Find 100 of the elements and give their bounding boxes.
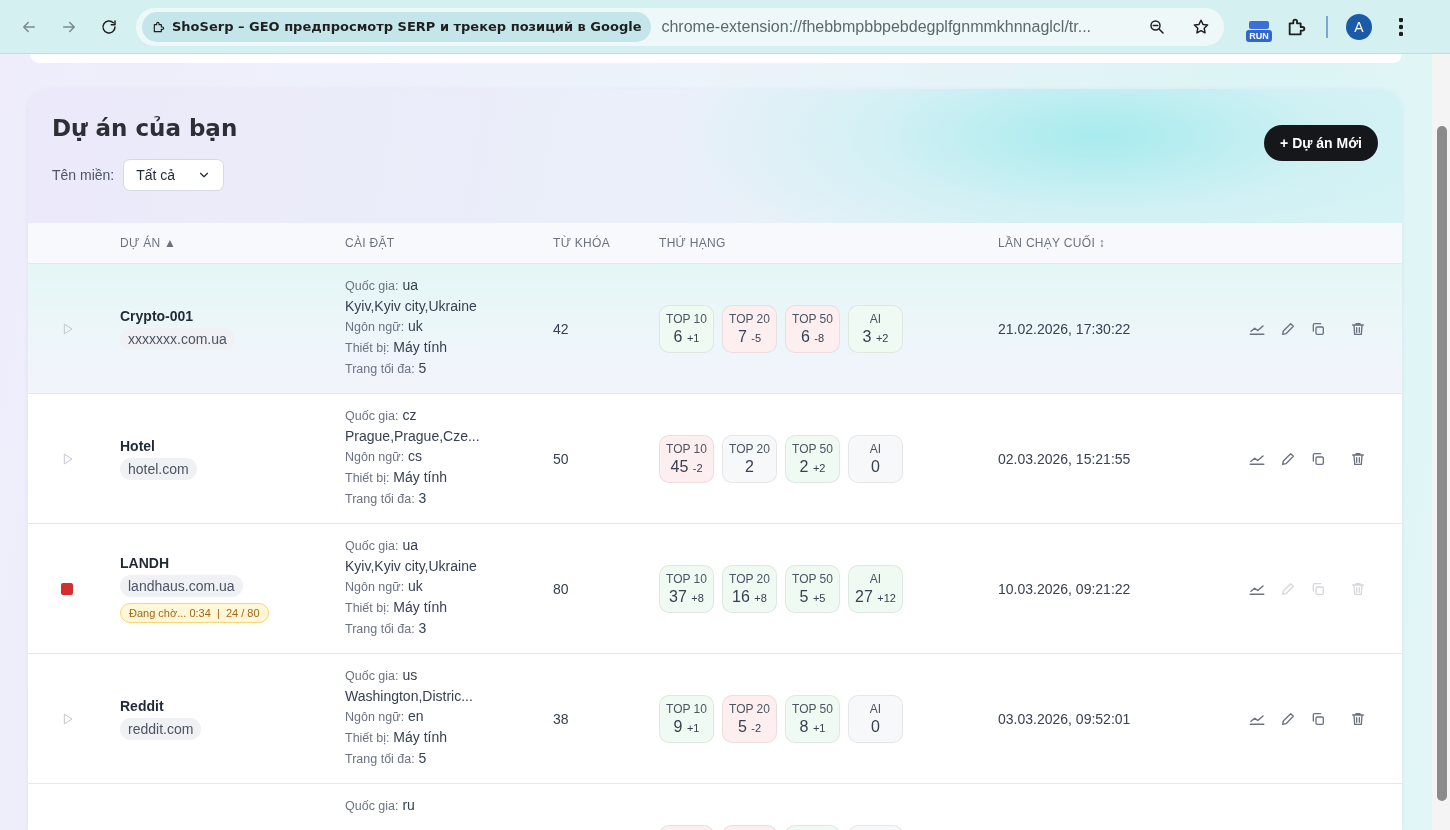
keyword-count: 50 <box>553 450 569 467</box>
delete-button[interactable] <box>1350 450 1366 467</box>
magnifier-icon <box>1148 17 1166 36</box>
setting-line: Trang tối đa: 5 <box>345 359 428 378</box>
new-project-button[interactable]: + Dự án Mới <box>1264 125 1378 161</box>
stop-button[interactable] <box>61 582 73 595</box>
scrollbar[interactable] <box>1432 54 1450 830</box>
project-row[interactable]: Hotel hotel.com Quốc gia: cz Prague,Prague,Cze... Ngôn ngữ: cs Thiết bị: Máy tính Trang tối đa: 3 50 TOP 10 45 -2 TOP 20 2 TOP 50 2 +2 AI 0 02.03.2026, 15:21:55 <box>28 394 1402 524</box>
copy-icon <box>1310 320 1326 337</box>
edit-button[interactable] <box>1280 320 1296 337</box>
project-row[interactable]: Reddit reddit.com Quốc gia: us Washington,Distric... Ngôn ngữ: en Thiết bị: Máy tính Trang tối đa: 5 38 TOP 10 9 +1 TOP 20 5 -2 TOP 50 8 +1 AI 0 03.03.2026, 09:52:01 <box>28 654 1402 784</box>
rank-badge: TOP 50 6 -8 <box>785 304 840 353</box>
rank-badge: TOP 20 16 +8 <box>722 564 777 613</box>
delete-button[interactable] <box>1350 320 1366 337</box>
setting-line: Trang tối đa: 3 <box>345 619 428 638</box>
setting-line: Quốc gia: us <box>345 666 419 685</box>
pencil-icon <box>1280 450 1296 467</box>
star-icon <box>1192 17 1210 36</box>
setting-line: Quốc gia: ua <box>345 536 419 555</box>
setting-line: Trang tối đa: 5 <box>345 749 428 768</box>
domain-select[interactable]: Tất cả <box>123 159 225 191</box>
keyword-count: 38 <box>553 710 569 727</box>
last-run-date: 02.03.2026, 15:21:55 <box>998 450 1131 467</box>
copy-icon <box>1310 580 1326 597</box>
keyword-count: 80 <box>553 580 569 597</box>
domain-tag: xxxxxxx.com.ua <box>120 327 235 350</box>
project-name: Hotel <box>120 437 155 454</box>
rank-badge: AI 3 +2 <box>848 304 903 353</box>
rank-badge: TOP 10 37 +8 <box>659 564 714 613</box>
rank-badge: TOP 20 5 -2 <box>722 694 777 743</box>
project-row[interactable]: Crypto-001 xxxxxxx.com.ua Quốc gia: ua Kyiv,Kyiv city,Ukraine Ngôn ngữ: uk Thiết bị: Máy tính Trang tối đa: 5 42 TOP 10 6 +1 TOP 20 7 -5 TOP 50 6 -8 AI 3 +2 21.02.2026, 17:30:22 <box>28 264 1402 394</box>
copy-button[interactable] <box>1310 710 1326 727</box>
progress-status: Đang chờ... 0:34 | 24 / 80 <box>120 602 269 623</box>
profile-avatar[interactable]: A <box>1346 13 1372 40</box>
setting-line: Ngôn ngữ: cs <box>345 447 423 466</box>
site-chip[interactable]: ShoSerp – GEO предпросмотр SERP и трекер позиций в Google <box>142 11 652 42</box>
setting-line: Quốc gia: cz <box>345 406 418 425</box>
setting-line: Ngôn ngữ: uk <box>345 577 424 596</box>
rank-badge: TOP 50 5 +5 <box>785 564 840 613</box>
trash-icon <box>1350 580 1366 597</box>
rank-badge: TOP 10 9 +1 <box>659 694 714 743</box>
column-header[interactable]: DỰ ÁN ▲ <box>120 236 345 250</box>
project-name: Crypto-001 <box>120 307 194 324</box>
setting-line: Quốc gia: ru <box>345 796 416 815</box>
rank-badge: TOP 20 7 -5 <box>722 304 777 353</box>
setting-line: Trang tối đa: 3 <box>345 489 428 508</box>
project-name: LANDH <box>120 554 169 571</box>
trash-icon <box>1350 710 1366 727</box>
address-bar[interactable]: ShoSerp – GEO предпросмотр SERP и трекер позиций в Google chrome-extension://fhebbmpbbpebdegplfgnmmkhnnaglcl/tr... <box>136 7 1224 46</box>
rank-badge: TOP 20 2 <box>722 434 777 483</box>
last-run-date: 21.02.2026, 17:30:22 <box>998 320 1131 337</box>
kebab-menu-icon <box>1399 17 1403 36</box>
setting-line: Thiết bị: Máy tính <box>345 338 449 357</box>
setting-line: Thiết bị: Máy tính <box>345 598 449 617</box>
delete-button[interactable] <box>1350 710 1366 727</box>
keyword-count: 42 <box>553 320 569 337</box>
rank-badge: TOP 50 2 +2 <box>785 434 840 483</box>
url-text: chrome-extension://fhebbmpbbpebdegplfgnmmkhnnaglcl/tr... <box>661 17 1093 36</box>
setting-line: Kyiv,Kyiv city,Ukraine <box>345 297 478 316</box>
copy-icon <box>1310 710 1326 727</box>
pencil-icon <box>1280 710 1296 727</box>
setting-line: Quốc gia: ua <box>345 276 419 295</box>
project-row[interactable]: Quốc gia: ru <box>28 784 1402 830</box>
last-run-date: 03.03.2026, 09:52:01 <box>998 710 1131 727</box>
column-header[interactable]: LẦN CHẠY CUỐI ↕ <box>998 236 1240 250</box>
copy-button[interactable] <box>1310 320 1326 337</box>
setting-line: Washington,Distric... <box>345 687 474 706</box>
column-header[interactable]: THỨ HẠNG <box>659 236 998 250</box>
setting-line: Thiết bị: Máy tính <box>345 468 449 487</box>
rank-badge: AI 0 <box>848 694 903 743</box>
edit-button[interactable] <box>1280 710 1296 727</box>
trash-icon <box>1350 450 1366 467</box>
domain-tag: hotel.com <box>120 457 197 480</box>
trash-icon <box>1350 320 1366 337</box>
filter-label: Tên miền: <box>52 167 115 183</box>
setting-line: Prague,Prague,Cze... <box>345 427 481 446</box>
last-run-date: 10.03.2026, 09:21:22 <box>998 580 1131 597</box>
edit-button[interactable] <box>1280 450 1296 467</box>
copy-icon <box>1310 450 1326 467</box>
page-title: Dự án của bạn <box>52 115 238 141</box>
rank-badge: AI 27 +12 <box>848 564 903 613</box>
project-row[interactable] <box>28 524 1402 654</box>
puzzle-icon <box>152 19 166 34</box>
project-name: Reddit <box>120 697 164 714</box>
setting-line: Kyiv,Kyiv city,Ukraine <box>345 557 478 576</box>
extension-button[interactable]: RUN <box>1244 11 1274 42</box>
setting-line: Ngôn ngữ: en <box>345 707 425 726</box>
domain-tag: reddit.com <box>120 717 202 740</box>
rank-badge: AI 0 <box>848 434 903 483</box>
pencil-icon <box>1280 320 1296 337</box>
reload-icon <box>100 17 118 36</box>
setting-line: Ngôn ngữ: uk <box>345 317 424 336</box>
rank-badge: TOP 50 8 +1 <box>785 694 840 743</box>
column-header[interactable]: TỪ KHÓA <box>553 236 659 250</box>
column-header[interactable]: CÀI ĐẶT <box>345 236 553 250</box>
setting-line: Thiết bị: Máy tính <box>345 728 449 747</box>
extension-title: ShoSerp – GEO предпросмотр SERP и трекер позиций в Google <box>172 19 642 34</box>
rank-badge: TOP 10 6 +1 <box>659 304 714 353</box>
copy-button[interactable] <box>1310 450 1326 467</box>
rank-badge: TOP 10 45 -2 <box>659 434 714 483</box>
